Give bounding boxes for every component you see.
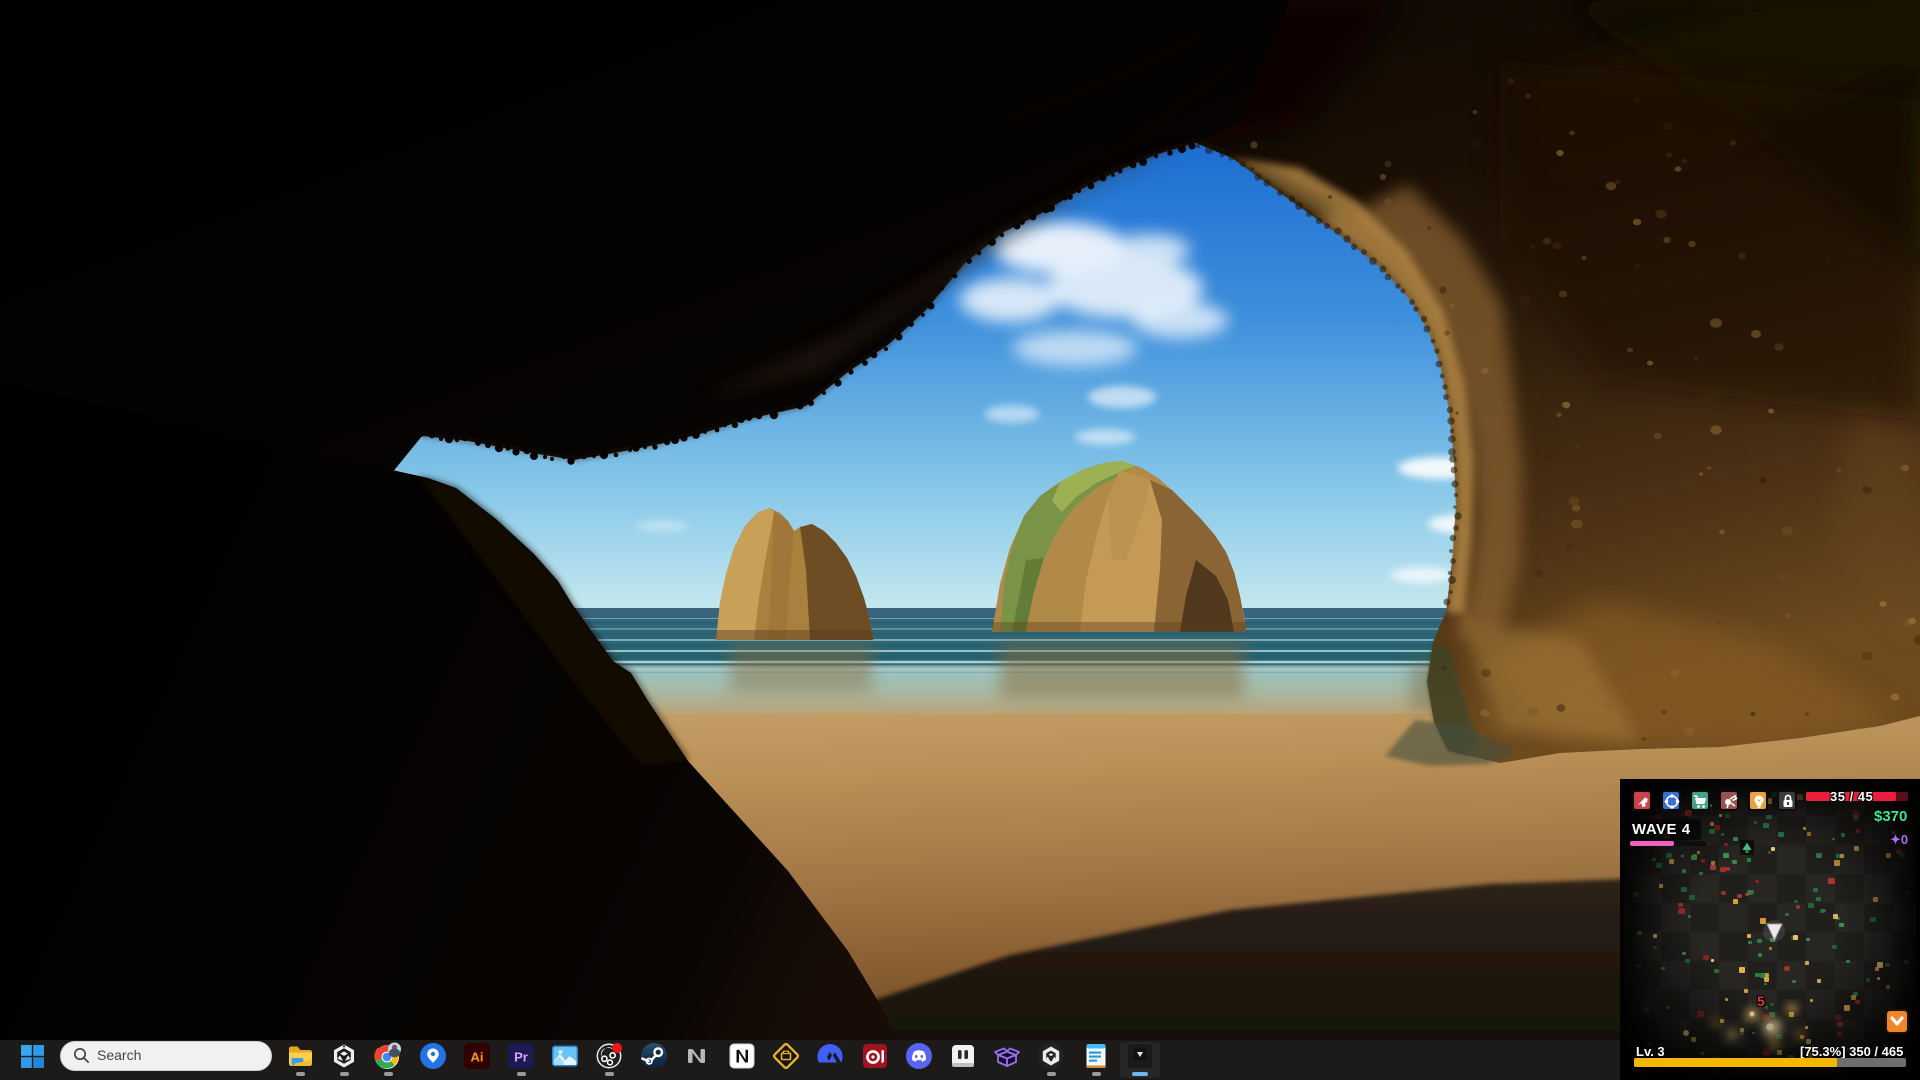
svg-text:Ai: Ai [471, 1050, 484, 1065]
svg-text:Pr: Pr [514, 1050, 528, 1065]
